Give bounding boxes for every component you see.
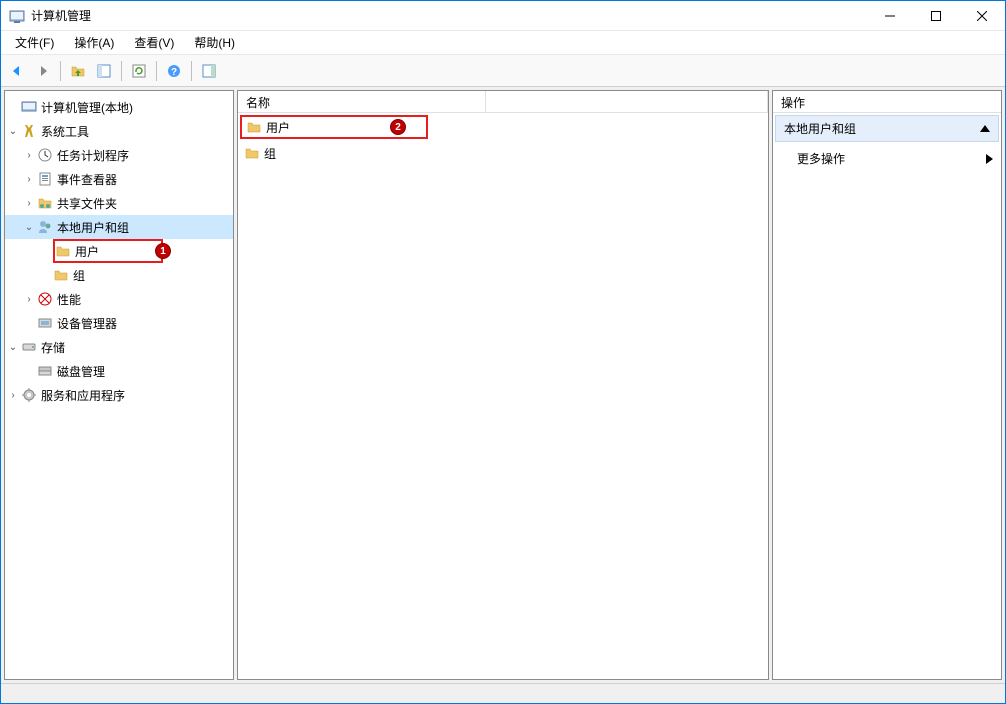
menu-bar: 文件(F) 操作(A) 查看(V) 帮助(H) bbox=[1, 31, 1005, 55]
status-bar bbox=[1, 683, 1005, 703]
list-body: 用户 2 组 bbox=[238, 115, 768, 165]
clock-icon bbox=[37, 147, 53, 163]
list-item-label: 组 bbox=[264, 145, 276, 162]
show-hide-action-pane-button[interactable] bbox=[197, 59, 221, 83]
tree-label: 事件查看器 bbox=[57, 171, 117, 188]
list-panel: 名称 用户 2 组 bbox=[237, 90, 769, 680]
actions-header: 操作 bbox=[773, 91, 1001, 113]
tree-label: 组 bbox=[73, 267, 85, 284]
minimize-button[interactable] bbox=[867, 1, 913, 31]
back-button[interactable] bbox=[5, 59, 29, 83]
toolbar: ? bbox=[1, 55, 1005, 87]
tree-label: 共享文件夹 bbox=[57, 195, 117, 212]
expand-icon[interactable]: › bbox=[5, 390, 21, 401]
toolbar-separator bbox=[60, 61, 61, 81]
expand-icon[interactable]: › bbox=[21, 198, 37, 209]
content-area: 计算机管理(本地) ⌄ 系统工具 › 任务计划程序 › bbox=[1, 87, 1005, 683]
tree-disk-management[interactable]: 磁盘管理 bbox=[5, 359, 233, 383]
app-icon bbox=[9, 8, 25, 24]
tree-shared-folders[interactable]: › 共享文件夹 bbox=[5, 191, 233, 215]
tree-system-tools[interactable]: ⌄ 系统工具 bbox=[5, 119, 233, 143]
tools-icon bbox=[21, 123, 37, 139]
actions-panel: 操作 本地用户和组 更多操作 bbox=[772, 90, 1002, 680]
title-bar: 计算机管理 bbox=[1, 1, 1005, 31]
tree-panel: 计算机管理(本地) ⌄ 系统工具 › 任务计划程序 › bbox=[4, 90, 234, 680]
window-title: 计算机管理 bbox=[31, 7, 867, 24]
submenu-arrow-icon bbox=[986, 154, 993, 164]
menu-view[interactable]: 查看(V) bbox=[126, 31, 182, 54]
toolbar-separator bbox=[156, 61, 157, 81]
folder-icon bbox=[53, 267, 69, 283]
tree-task-scheduler[interactable]: › 任务计划程序 bbox=[5, 143, 233, 167]
tree-label: 用户 bbox=[75, 243, 99, 260]
tree-services-apps[interactable]: › 服务和应用程序 bbox=[5, 383, 233, 407]
maximize-button[interactable] bbox=[913, 1, 959, 31]
shared-folder-icon bbox=[37, 195, 53, 211]
collapse-icon[interactable]: ⌄ bbox=[5, 342, 21, 353]
collapse-arrow-icon bbox=[980, 125, 990, 132]
toolbar-separator bbox=[121, 61, 122, 81]
tree-label: 存储 bbox=[41, 339, 65, 356]
tree-label: 设备管理器 bbox=[57, 315, 117, 332]
expand-icon[interactable]: › bbox=[21, 174, 37, 185]
show-hide-tree-button[interactable] bbox=[92, 59, 116, 83]
annotation-badge-1: 1 bbox=[155, 243, 171, 259]
tree-device-manager[interactable]: 设备管理器 bbox=[5, 311, 233, 335]
folder-icon bbox=[55, 243, 71, 259]
users-groups-icon bbox=[37, 219, 53, 235]
up-button[interactable] bbox=[66, 59, 90, 83]
tree-label: 服务和应用程序 bbox=[41, 387, 125, 404]
tree-local-users-groups[interactable]: ⌄ 本地用户和组 bbox=[5, 215, 233, 239]
tree-root[interactable]: 计算机管理(本地) bbox=[5, 95, 233, 119]
svg-text:?: ? bbox=[171, 67, 177, 78]
event-viewer-icon bbox=[37, 171, 53, 187]
folder-icon bbox=[246, 119, 262, 135]
tree-storage[interactable]: ⌄ 存储 bbox=[5, 335, 233, 359]
disk-management-icon bbox=[37, 363, 53, 379]
services-icon bbox=[21, 387, 37, 403]
action-section-title[interactable]: 本地用户和组 bbox=[775, 115, 999, 142]
action-more-actions[interactable]: 更多操作 bbox=[773, 144, 1001, 173]
expand-icon[interactable]: › bbox=[21, 150, 37, 161]
tree-groups[interactable]: 组 bbox=[5, 263, 233, 287]
tree-performance[interactable]: › 性能 bbox=[5, 287, 233, 311]
tree-label: 性能 bbox=[57, 291, 81, 308]
tree-event-viewer[interactable]: › 事件查看器 bbox=[5, 167, 233, 191]
tree-label: 系统工具 bbox=[41, 123, 89, 140]
toolbar-separator bbox=[191, 61, 192, 81]
refresh-button[interactable] bbox=[127, 59, 151, 83]
expand-icon[interactable]: › bbox=[21, 294, 37, 305]
tree-label: 本地用户和组 bbox=[57, 219, 129, 236]
window-controls bbox=[867, 1, 1005, 31]
tree-users[interactable]: 用户 1 bbox=[53, 239, 163, 263]
list-item-label: 用户 bbox=[266, 119, 290, 136]
tree-label: 磁盘管理 bbox=[57, 363, 105, 380]
menu-help[interactable]: 帮助(H) bbox=[186, 31, 243, 54]
collapse-icon[interactable]: ⌄ bbox=[5, 126, 21, 137]
menu-file[interactable]: 文件(F) bbox=[7, 31, 62, 54]
tree: 计算机管理(本地) ⌄ 系统工具 › 任务计划程序 › bbox=[5, 91, 233, 411]
list-item-users[interactable]: 用户 2 bbox=[240, 115, 428, 139]
device-manager-icon bbox=[37, 315, 53, 331]
storage-icon bbox=[21, 339, 37, 355]
computer-mgmt-icon bbox=[21, 99, 37, 115]
help-button[interactable]: ? bbox=[162, 59, 186, 83]
tree-label: 计算机管理(本地) bbox=[41, 99, 133, 116]
tree-label: 任务计划程序 bbox=[57, 147, 129, 164]
list-item-groups[interactable]: 组 bbox=[238, 141, 768, 165]
column-spacer bbox=[486, 91, 768, 112]
folder-icon bbox=[244, 145, 260, 161]
collapse-icon[interactable]: ⌄ bbox=[21, 222, 37, 233]
close-button[interactable] bbox=[959, 1, 1005, 31]
menu-action[interactable]: 操作(A) bbox=[66, 31, 122, 54]
list-header: 名称 bbox=[238, 91, 768, 113]
forward-button[interactable] bbox=[31, 59, 55, 83]
annotation-badge-2: 2 bbox=[390, 119, 406, 135]
performance-icon bbox=[37, 291, 53, 307]
action-section-label: 本地用户和组 bbox=[784, 120, 856, 137]
action-item-label: 更多操作 bbox=[797, 150, 845, 167]
column-name[interactable]: 名称 bbox=[238, 91, 486, 112]
